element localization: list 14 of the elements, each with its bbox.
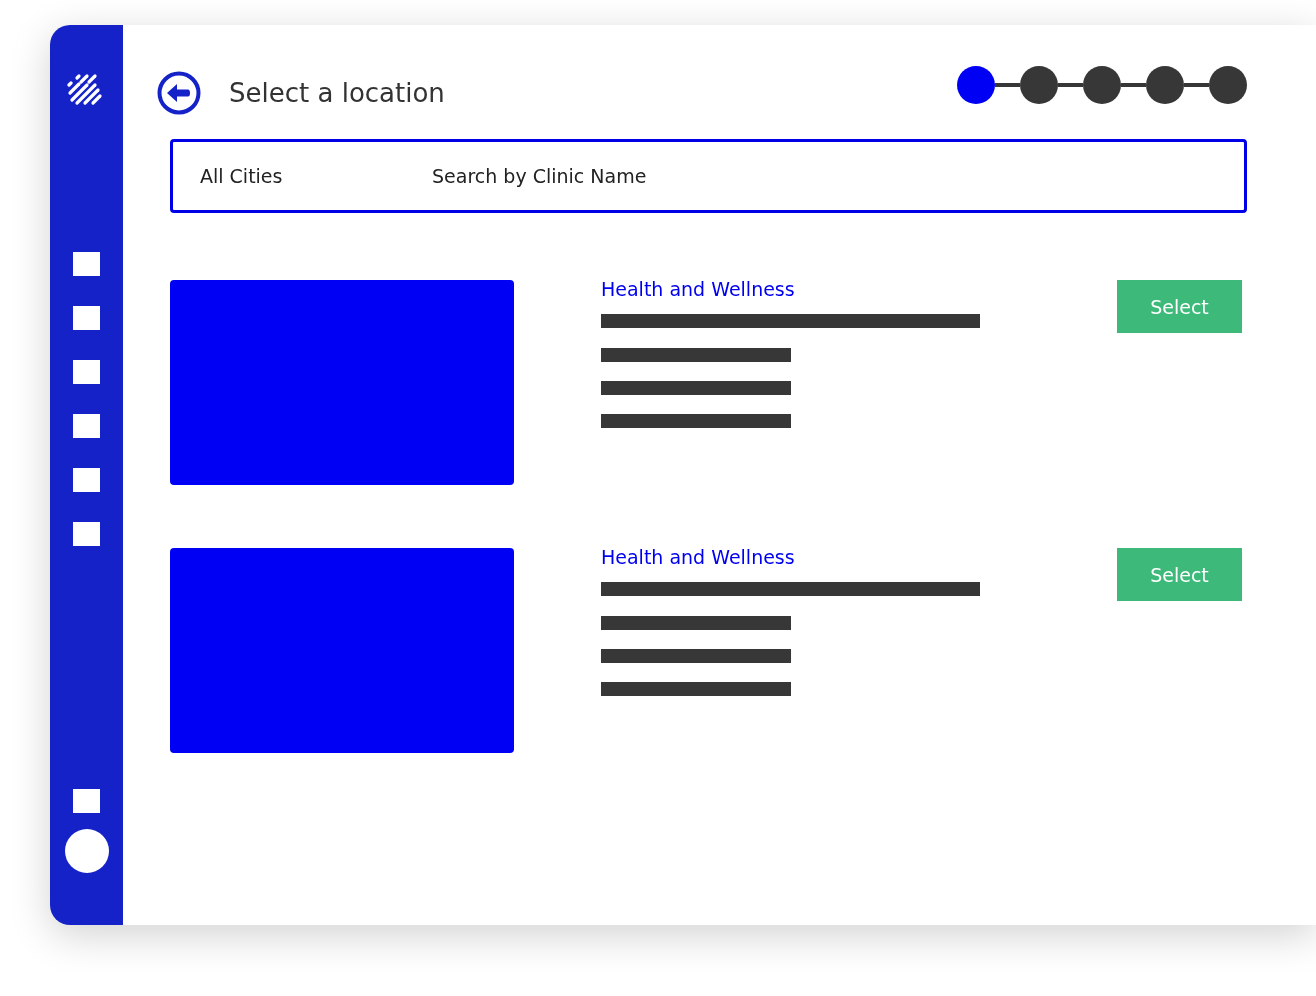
avatar[interactable] (64, 829, 109, 873)
page-title: Select a location (229, 78, 445, 108)
nav-item[interactable] (73, 789, 100, 813)
nav-item[interactable] (73, 306, 100, 330)
back-icon[interactable] (157, 71, 201, 115)
nav-item[interactable] (73, 360, 100, 384)
clinic-name[interactable]: Health and Wellness (601, 548, 980, 566)
nav-item[interactable] (73, 252, 100, 276)
clinic-name[interactable]: Health and Wellness (601, 280, 980, 298)
nav-item[interactable] (73, 414, 100, 438)
nav-item[interactable] (73, 468, 100, 492)
search-field[interactable]: Search by Clinic Name (430, 164, 1244, 188)
nav-item[interactable] (73, 522, 100, 546)
city-select[interactable]: All Cities (200, 165, 430, 187)
